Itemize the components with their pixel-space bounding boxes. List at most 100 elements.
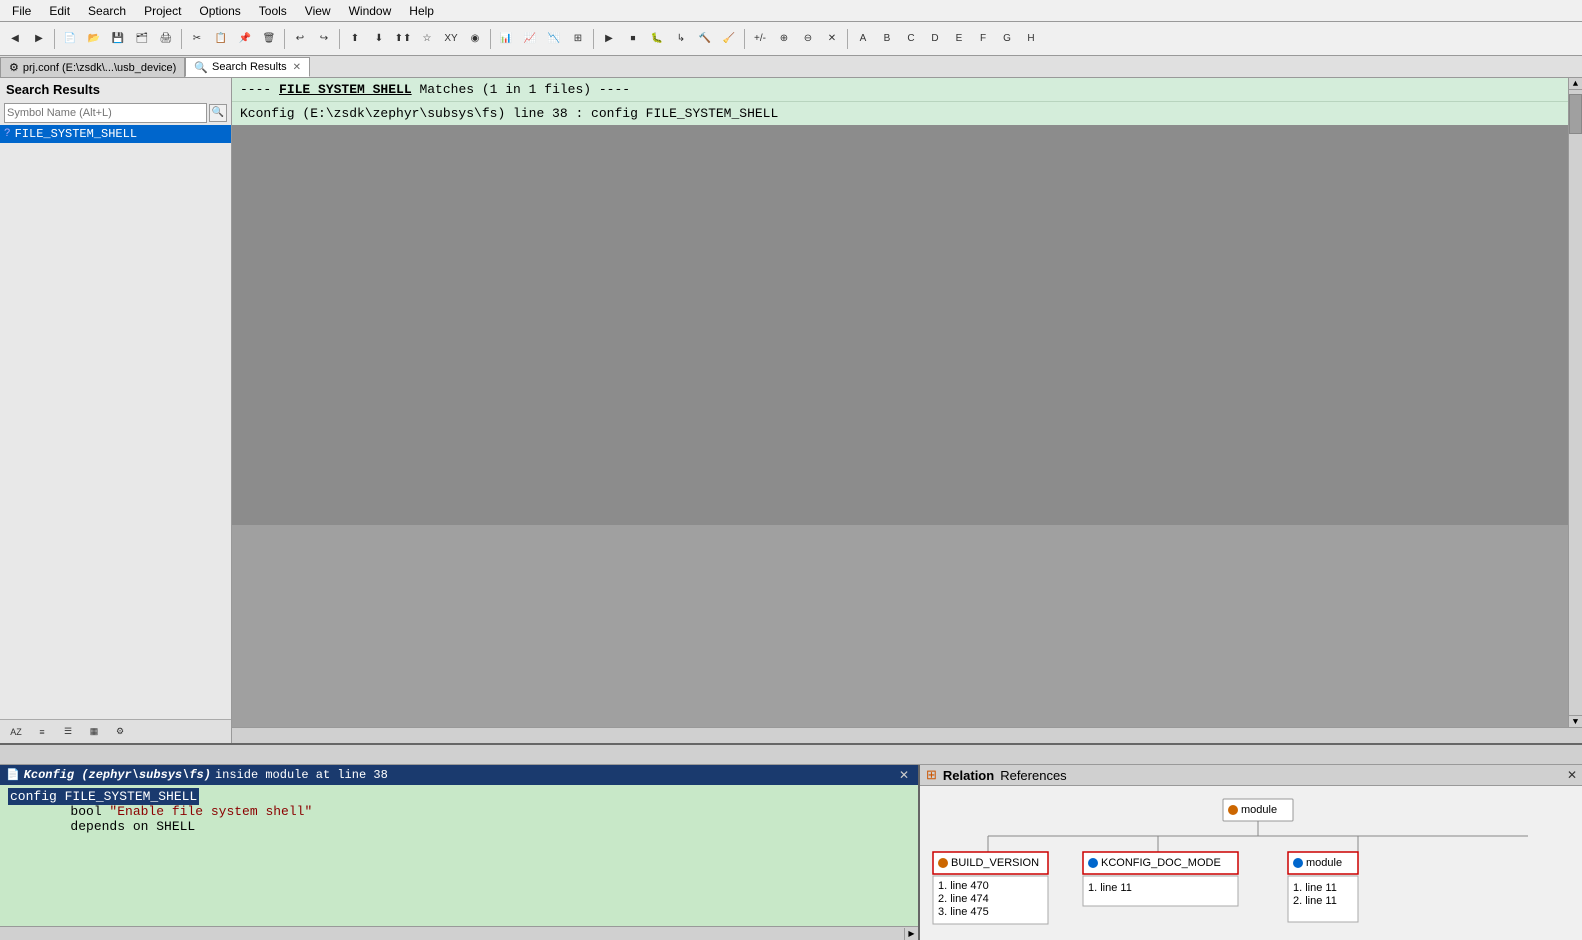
svg-text:2. line 11: 2. line 11 [1293,895,1337,907]
toolbar-copy[interactable]: 📋 [210,28,232,50]
toolbar-sep-7 [744,29,745,49]
toolbar-forward[interactable]: ▶ [28,28,50,50]
svg-text:BUILD_VERSION: BUILD_VERSION [951,857,1039,869]
tab-searchresults-icon: 🔍 [194,61,208,74]
toolbar-btn-xy[interactable]: XY [440,28,462,50]
toolbar-btn-nav1[interactable]: ⬆ [344,28,366,50]
toolbar-redo[interactable]: ↪ [313,28,335,50]
toolbar-save-all[interactable]: 🗂 [131,28,153,50]
toolbar-sep-1 [54,29,55,49]
tab-prjconf[interactable]: ⚙ prj.conf (E:\zsdk\...\usb_device) [0,57,185,77]
bottom-left-panel: 📄 Kconfig (zephyr\subsys\fs) inside modu… [0,765,920,940]
bottom-right-close[interactable]: ✕ [1564,767,1580,783]
bottom-left-header: 📄 Kconfig (zephyr\subsys\fs) inside modu… [0,765,918,785]
toolbar-btn-clean[interactable]: 🧹 [718,28,740,50]
symbol-item-file-system-shell[interactable]: ? FILE_SYSTEM_SHELL [0,125,231,143]
toolbar-btn-d[interactable]: ⊞ [567,28,589,50]
toolbar-btn-5[interactable]: 🖨 [155,28,177,50]
toolbar-sep-4 [339,29,340,49]
bottom-left-filename: Kconfig (zephyr\subsys\fs) [24,768,211,782]
menu-view[interactable]: View [297,2,339,20]
toolbar-btn-build[interactable]: 🔨 [694,28,716,50]
toolbar-btn-e2[interactable]: ⊕ [773,28,795,50]
relation-content: module BUILD_VERSION 1. line 470 2. line… [920,786,1582,940]
tab-prjconf-label: prj.conf (E:\zsdk\...\usb_device) [23,62,176,74]
main-scrollbar-v[interactable]: ▲ ▼ [1568,78,1582,727]
center-hscroll[interactable] [232,727,1582,743]
menubar: File Edit Search Project Options Tools V… [0,0,1582,22]
menu-options[interactable]: Options [191,2,248,20]
toolbar-btn-run[interactable]: ▶ [598,28,620,50]
group-view-button[interactable]: ☰ [56,723,80,741]
settings-button[interactable]: ⚙ [108,723,132,741]
toolbar-save[interactable]: 💾 [107,28,129,50]
toolbar-btn-c[interactable]: 📉 [543,28,565,50]
bottom-tab-bar [0,743,1582,765]
menu-help[interactable]: Help [401,2,442,20]
toolbar-btn-f8[interactable]: H [1020,28,1042,50]
bottom-left-close[interactable]: ✕ [896,767,912,783]
menu-window[interactable]: Window [341,2,400,20]
toolbar-sep-2 [181,29,182,49]
toolbar-paste[interactable]: 📌 [234,28,256,50]
toolbar-btn-e4[interactable]: ✕ [821,28,843,50]
toolbar-open[interactable]: 📂 [83,28,105,50]
sort-az-button[interactable]: AZ [4,723,28,741]
tab-searchresults-label: Search Results [212,61,287,73]
relation-title: Relation [943,768,994,783]
tabbar: ⚙ prj.conf (E:\zsdk\...\usb_device) 🔍 Se… [0,56,1582,78]
toolbar-btn-ref[interactable]: ◉ [464,28,486,50]
toolbar-btn-f5[interactable]: E [948,28,970,50]
svg-text:1. line 11: 1. line 11 [1293,882,1337,894]
menu-tools[interactable]: Tools [251,2,295,20]
bottom-left-hscroll[interactable]: ▶ [0,926,918,940]
svg-text:module: module [1241,804,1277,816]
toolbar-new[interactable]: 📄 [59,28,81,50]
symbol-search-input[interactable] [4,103,207,123]
svg-text:1. line 470: 1. line 470 [938,880,989,892]
bool-string: "Enable file system shell" [109,804,312,819]
left-panel-title: Search Results [0,78,231,101]
result-detail-line: Kconfig (E:\zsdk\zephyr\subsys\fs) line … [232,102,1582,125]
toolbar-btn-nav2[interactable]: ⬇ [368,28,390,50]
toolbar-delete[interactable]: 🗑 [258,28,280,50]
toolbar-back[interactable]: ◀ [4,28,26,50]
menu-file[interactable]: File [4,2,39,20]
menu-edit[interactable]: Edit [41,2,78,20]
search-input-row: 🔍 [0,101,231,125]
bottom-left-file-icon: 📄 [6,768,20,782]
toolbar-btn-e3[interactable]: ⊖ [797,28,819,50]
toolbar-btn-nav4[interactable]: ☆ [416,28,438,50]
config-keyword: config FILE_SYSTEM_SHELL [8,788,199,805]
toolbar-btn-stop[interactable]: ⏹ [622,28,644,50]
result-keyword: FILE_SYSTEM_SHELL [279,82,412,97]
toolbar-btn-nav3[interactable]: ⬆⬆ [392,28,414,50]
menu-search[interactable]: Search [80,2,134,20]
bottom-section: 📄 Kconfig (zephyr\subsys\fs) inside modu… [0,765,1582,940]
bottom-left-content: config FILE_SYSTEM_SHELL bool "Enable fi… [0,785,918,926]
toolbar-btn-f2[interactable]: B [876,28,898,50]
tab-searchresults[interactable]: 🔍 Search Results ✕ [185,57,310,77]
toolbar-btn-a[interactable]: 📊 [495,28,517,50]
relation-subtitle: References [1000,768,1066,783]
toolbar-btn-e1[interactable]: +/- [749,28,771,50]
tree-view-button[interactable]: ▦ [82,723,106,741]
toolbar-btn-f4[interactable]: D [924,28,946,50]
bottom-left-line-2: bool "Enable file system shell" [8,804,910,819]
menu-project[interactable]: Project [136,2,189,20]
bottom-left-line-3: depends on SHELL [8,819,910,834]
toolbar-undo[interactable]: ↩ [289,28,311,50]
toolbar-btn-f1[interactable]: A [852,28,874,50]
tab-searchresults-close[interactable]: ✕ [293,62,301,73]
toolbar-btn-step[interactable]: ↳ [670,28,692,50]
list-view-button[interactable]: ≡ [30,723,54,741]
toolbar-btn-f3[interactable]: C [900,28,922,50]
toolbar-btn-debug[interactable]: 🐛 [646,28,668,50]
search-icon[interactable]: 🔍 [209,104,227,122]
result-content: ---- FILE_SYSTEM_SHELL Matches (1 in 1 f… [232,78,1582,727]
toolbar-btn-f6[interactable]: F [972,28,994,50]
toolbar-btn-b[interactable]: 📈 [519,28,541,50]
toolbar-btn-f7[interactable]: G [996,28,1018,50]
toolbar-cut[interactable]: ✂ [186,28,208,50]
tab-prjconf-icon: ⚙ [9,61,19,74]
